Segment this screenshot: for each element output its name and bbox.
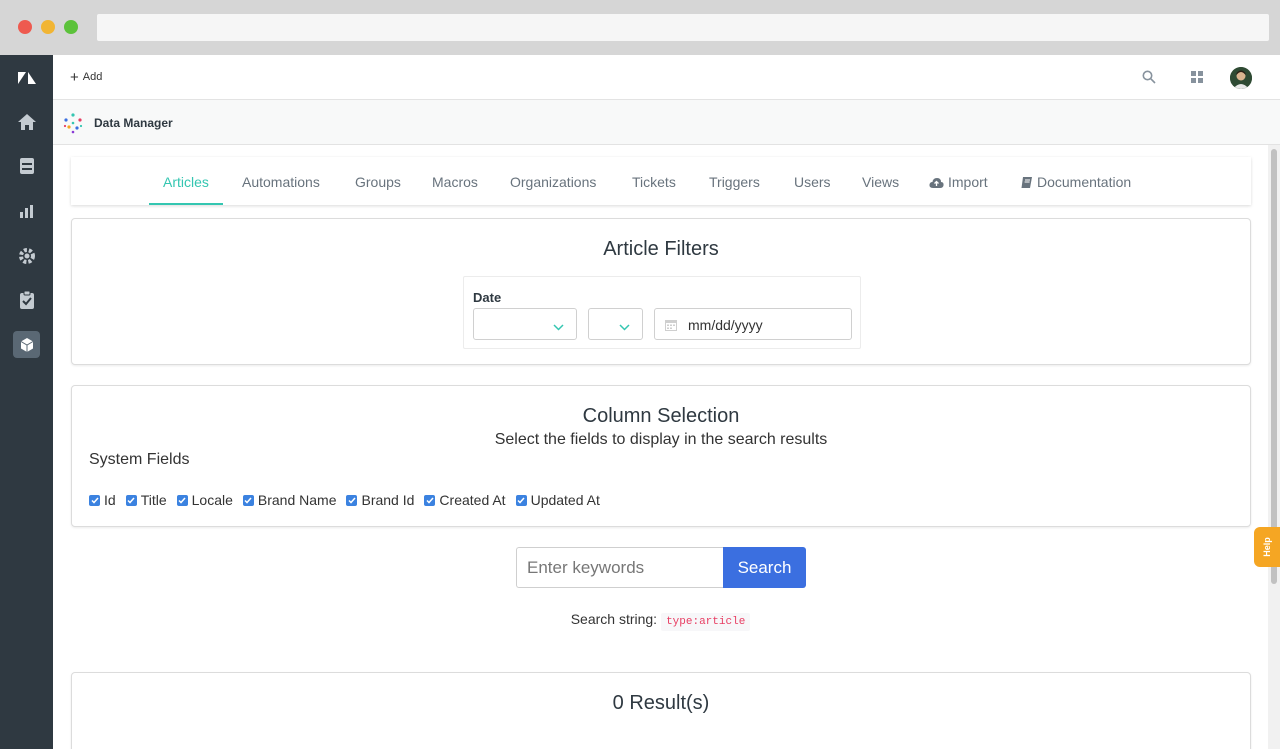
article-filters-card: Article Filters Date mm/dd/yyyy: [71, 218, 1251, 365]
settings-gear-icon[interactable]: [13, 242, 40, 269]
checkbox-checked-icon: [125, 494, 137, 506]
cloud-upload-icon: [929, 159, 944, 209]
search-button[interactable]: Search: [723, 547, 806, 588]
scrollbar-thumb[interactable]: [1271, 149, 1277, 584]
plus-icon: +: [70, 68, 79, 86]
calendar-icon: [665, 318, 677, 336]
chevron-down-icon: [619, 318, 630, 336]
field-label: Brand Name: [257, 492, 337, 508]
field-label: Locale: [191, 492, 233, 508]
main-content: Articles Automations Groups Macros Organ…: [53, 145, 1268, 749]
checkbox-checked-icon: [176, 494, 188, 506]
left-nav: [0, 55, 53, 749]
tab-tickets[interactable]: Tickets: [618, 157, 690, 205]
checkbox-checked-icon: [424, 494, 436, 506]
checkbox-checked-icon: [515, 494, 527, 506]
app-header: Data Manager: [53, 100, 1280, 145]
top-bar: + Add: [53, 55, 1280, 100]
columns-subtitle: Select the fields to display in the sear…: [494, 431, 828, 448]
date-label: Date: [473, 290, 502, 305]
reporting-icon[interactable]: [13, 197, 40, 224]
search-string-value: type:article: [661, 613, 751, 631]
views-icon[interactable]: [13, 152, 40, 179]
field-label: Id: [104, 492, 116, 508]
object-tabs: Articles Automations Groups Macros Organ…: [71, 157, 1251, 205]
tab-macros[interactable]: Macros: [418, 157, 492, 205]
clipboard-app-icon[interactable]: [13, 286, 40, 313]
field-checkbox-title[interactable]: Title: [125, 492, 167, 508]
tab-triggers[interactable]: Triggers: [695, 157, 774, 205]
system-fields-list: Id Title Locale Brand Name Brand Id Crea…: [89, 492, 610, 508]
date-operator-select[interactable]: [588, 308, 643, 340]
keyword-search-input[interactable]: [516, 547, 724, 588]
window-maximize-dot[interactable]: [64, 20, 78, 34]
tab-users[interactable]: Users: [780, 157, 845, 205]
tab-articles[interactable]: Articles: [149, 157, 223, 205]
field-checkbox-locale[interactable]: Locale: [176, 492, 233, 508]
book-icon: [1021, 159, 1033, 209]
date-filter-box: Date mm/dd/yyyy: [463, 276, 861, 349]
help-button[interactable]: Help: [1254, 527, 1280, 567]
search-bar: Search: [516, 547, 807, 588]
field-checkbox-brand-id[interactable]: Brand Id: [346, 492, 414, 508]
tab-import-label: Import: [948, 174, 988, 190]
checkbox-checked-icon: [89, 494, 100, 506]
columns-title: Column Selection: [582, 405, 740, 427]
add-button-label: Add: [82, 71, 103, 83]
search-string-label: Search string:: [570, 611, 658, 627]
app-title: Data Manager: [94, 116, 173, 130]
checkbox-checked-icon: [242, 494, 254, 506]
filters-title: Article Filters: [603, 238, 719, 260]
search-string-line: Search string: type:article: [53, 611, 1268, 631]
checkbox-checked-icon: [346, 494, 358, 506]
tab-documentation-label: Documentation: [1037, 174, 1132, 190]
field-checkbox-brand-name[interactable]: Brand Name: [242, 492, 337, 508]
field-checkbox-updated-at[interactable]: Updated At: [515, 492, 600, 508]
tab-import[interactable]: Import: [915, 157, 1002, 205]
data-manager-app-icon[interactable]: [13, 331, 40, 358]
tab-documentation[interactable]: Documentation: [1007, 157, 1145, 205]
page-scrollbar[interactable]: [1268, 145, 1280, 749]
address-bar[interactable]: [97, 14, 1269, 41]
field-label: Title: [140, 492, 167, 508]
chevron-down-icon: [553, 318, 564, 336]
results-card: 0 Result(s): [71, 672, 1251, 749]
field-checkbox-id[interactable]: Id: [89, 492, 116, 508]
field-checkbox-created-at[interactable]: Created At: [424, 492, 506, 508]
products-grid-icon[interactable]: [1188, 68, 1206, 86]
help-label: Help: [1261, 537, 1272, 557]
field-label: Created At: [439, 492, 506, 508]
field-label: Brand Id: [361, 492, 415, 508]
column-selection-card: Column Selection Select the fields to di…: [71, 385, 1251, 527]
tab-views[interactable]: Views: [848, 157, 913, 205]
results-title: 0 Result(s): [612, 692, 710, 714]
window-minimize-dot[interactable]: [41, 20, 55, 34]
tab-groups[interactable]: Groups: [341, 157, 415, 205]
add-button[interactable]: + Add: [70, 68, 103, 86]
tab-organizations[interactable]: Organizations: [496, 157, 610, 205]
system-fields-label: System Fields: [89, 451, 190, 468]
field-label: Updated At: [530, 492, 600, 508]
home-icon[interactable]: [13, 108, 40, 135]
user-avatar[interactable]: [1230, 67, 1252, 89]
tab-automations[interactable]: Automations: [228, 157, 334, 205]
data-manager-logo-icon: [62, 112, 84, 134]
search-icon[interactable]: [1140, 68, 1158, 86]
date-placeholder: mm/dd/yyyy: [688, 317, 763, 333]
date-input[interactable]: mm/dd/yyyy: [654, 308, 852, 340]
browser-chrome: [0, 0, 1280, 55]
date-field-select[interactable]: [473, 308, 577, 340]
window-close-dot[interactable]: [18, 20, 32, 34]
zendesk-logo-icon[interactable]: [13, 64, 40, 91]
